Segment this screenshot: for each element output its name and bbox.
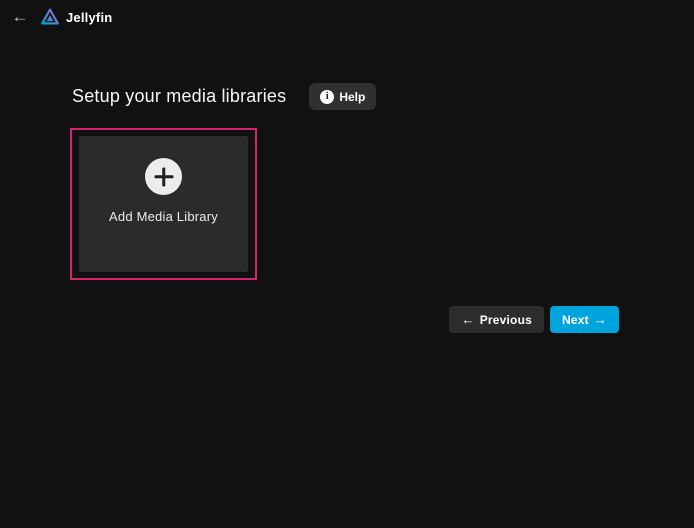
add-media-library-card[interactable]: Add Media Library bbox=[79, 136, 248, 272]
app-title: Jellyfin bbox=[66, 10, 112, 25]
jellyfin-logo-icon bbox=[40, 7, 60, 27]
previous-button[interactable]: ← Previous bbox=[449, 306, 544, 333]
help-button[interactable]: i Help bbox=[309, 83, 376, 110]
app-brand: Jellyfin bbox=[40, 7, 112, 27]
add-circle-icon bbox=[145, 158, 182, 195]
info-icon: i bbox=[320, 90, 334, 104]
top-bar: ← Jellyfin bbox=[0, 0, 694, 34]
page-title: Setup your media libraries bbox=[72, 86, 286, 107]
next-button-label: Next bbox=[562, 313, 589, 327]
jellyfin-setup-wizard-screen: ← Jellyfin Setup your media libraries i … bbox=[0, 0, 694, 528]
heading-row: Setup your media libraries i Help bbox=[72, 83, 376, 110]
previous-button-label: Previous bbox=[480, 313, 532, 327]
arrow-left-icon: ← bbox=[12, 7, 29, 26]
help-button-label: Help bbox=[339, 90, 365, 104]
back-button[interactable]: ← bbox=[6, 3, 34, 31]
next-button[interactable]: Next → bbox=[550, 306, 619, 333]
arrow-left-icon: ← bbox=[461, 313, 474, 326]
wizard-nav: ← Previous Next → bbox=[449, 306, 619, 333]
add-library-label: Add Media Library bbox=[109, 209, 218, 224]
arrow-right-icon: → bbox=[594, 313, 607, 326]
add-library-focus-ring: Add Media Library bbox=[70, 128, 257, 280]
